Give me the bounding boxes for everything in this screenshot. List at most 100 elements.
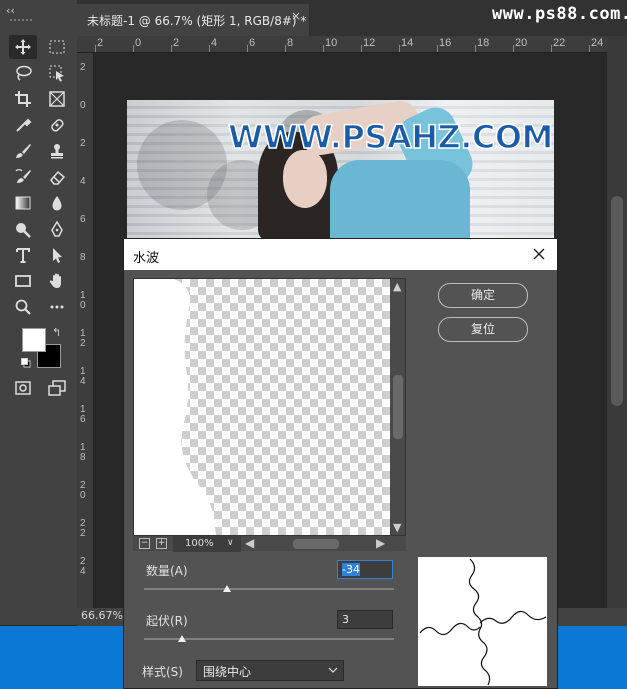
photo-subject-face [283,150,327,208]
amount-slider-thumb[interactable] [222,585,231,592]
style-select-value: 围绕中心 [203,665,252,679]
dialog-title-bar[interactable]: 水波 [124,239,557,270]
ruler-top-tick [209,45,210,52]
preview-horizontal-thumb[interactable] [293,539,339,549]
foreground-color-swatch[interactable] [22,328,46,352]
ruler-left-label: 8 [80,252,86,263]
zoom-out-icon[interactable]: − [139,538,150,549]
ruler-top-tick [171,45,172,52]
history-brush-icon[interactable] [9,165,37,189]
rectangle-icon[interactable] [9,269,37,293]
ruler-top-tick [551,45,552,52]
ruler-top-label: 22 [553,37,566,49]
ruler-top-label: 12 [363,37,376,49]
panel-collapse-icon[interactable]: ‹‹ [6,4,15,17]
site-watermark: www.ps88.com.cn [492,4,627,24]
blur-icon[interactable] [43,191,71,215]
ruler-top-label: 4 [211,37,218,49]
document-tab-title: 未标题-1 @ 66.7% (矩形 1, RGB/8#) * [87,14,307,28]
ruler-top-label: 6 [249,37,256,49]
amount-slider[interactable] [144,588,394,590]
ruler-top-label: 2 [97,37,104,49]
scroll-down-icon[interactable]: ▼ [393,521,401,534]
quick-mask-icon[interactable] [9,376,37,400]
ruler-left-label: 2 4 [80,556,86,577]
amount-input[interactable]: -34 [337,560,393,579]
preview-controls: − + 100% ∨ ◀ ▶ [133,535,406,552]
ruler-top-tick [247,45,248,52]
lasso-icon[interactable] [9,61,37,85]
path-select-icon[interactable] [43,243,71,267]
more-tools-icon[interactable] [43,295,71,319]
amount-label: 数量(A) [146,564,188,578]
ruler-top-label: 18 [477,37,490,49]
object-select-icon[interactable] [43,61,71,85]
preview-vertical-scrollbar[interactable]: ▲ ▼ [390,279,405,535]
swap-colors-icon[interactable]: ↰ [52,326,61,339]
preview-scroll-thumb[interactable] [393,375,403,439]
ruler-top-tick [589,45,590,52]
ruler-top-tick [133,45,134,52]
ruler-top-tick [437,45,438,52]
close-icon[interactable] [529,244,549,264]
style-select[interactable]: 围绕中心 [196,660,344,681]
move-tool-icon[interactable] [9,35,37,59]
ruler-top-label: 24 [591,37,604,49]
vertical-ruler[interactable]: 2 0 2 4 6 8 1 0 1 2 1 4 1 6 1 8 2 0 2 2 2 4 [77,53,94,608]
dodge-icon[interactable] [9,217,37,241]
horizontal-ruler[interactable]: 2 0 2 4 6 8 10 12 14 16 18 20 22 24 [77,36,607,53]
document-tab[interactable]: 未标题-1 @ 66.7% (矩形 1, RGB/8#) * [77,4,309,36]
reset-button[interactable]: 复位 [438,317,528,342]
eraser-icon[interactable] [43,165,71,189]
document-tab-strip: 未标题-1 @ 66.7% (矩形 1, RGB/8#) * × www.ps8… [77,0,627,36]
zoom-in-icon[interactable]: + [156,538,167,549]
zoom-level[interactable]: 66.67% [81,609,123,622]
ruler-top-label: 2 [173,37,180,49]
ruler-left-label: 1 0 [80,290,86,311]
ruler-top-label: 14 [401,37,414,49]
close-tab-icon[interactable]: × [291,9,301,23]
ruler-left-label: 1 2 [80,328,86,349]
ridges-value: 3 [342,613,349,626]
ruler-left-label: 1 8 [80,442,86,463]
gradient-icon[interactable] [9,191,37,215]
ruler-top-tick [323,45,324,52]
ruler-top-tick [475,45,476,52]
default-colors-icon[interactable] [21,358,31,368]
scrollbar-thumb[interactable] [611,196,623,406]
ridges-input[interactable]: 3 [337,610,393,629]
artboard-marquee-icon[interactable] [43,35,71,59]
amount-value: -34 [342,563,360,576]
panel-grip[interactable] [10,19,32,21]
banner-text: WWW.PSAHZ.COM [227,117,554,157]
ok-button[interactable]: 确定 [438,283,528,308]
ruler-left-label: 2 2 [80,518,86,539]
ruler-left-label: 1 4 [80,366,86,387]
type-icon[interactable] [9,243,37,267]
hand-icon[interactable] [43,269,71,293]
scroll-up-icon[interactable]: ▲ [393,280,401,293]
eyedropper-icon[interactable] [9,113,37,137]
ruler-left-label: 2 [80,62,86,73]
filter-preview[interactable]: ▲ ▼ [133,278,406,536]
dialog-title: 水波 [133,251,160,266]
ruler-top-label: 8 [287,37,294,49]
zoom-icon[interactable] [9,295,37,319]
crop-icon[interactable] [9,87,37,111]
healing-brush-icon[interactable] [43,113,71,137]
canvas-vertical-scrollbar[interactable] [607,36,627,608]
screen-mode-icon[interactable] [43,376,71,400]
clone-stamp-icon[interactable] [43,139,71,163]
scroll-left-icon[interactable]: ◀ [245,536,254,550]
scroll-right-icon[interactable]: ▶ [376,536,385,550]
ruler-left-label: 2 0 [80,480,86,501]
pen-icon[interactable] [43,217,71,241]
ruler-top-tick [399,45,400,52]
preview-canvas[interactable] [134,279,390,535]
frame-icon[interactable] [43,87,71,111]
ruler-top-tick [95,45,96,52]
brush-icon[interactable] [9,139,37,163]
chevron-down-icon [328,667,338,673]
ridges-slider-thumb[interactable] [177,635,186,642]
chevron-down-icon[interactable]: ∨ [227,538,234,548]
